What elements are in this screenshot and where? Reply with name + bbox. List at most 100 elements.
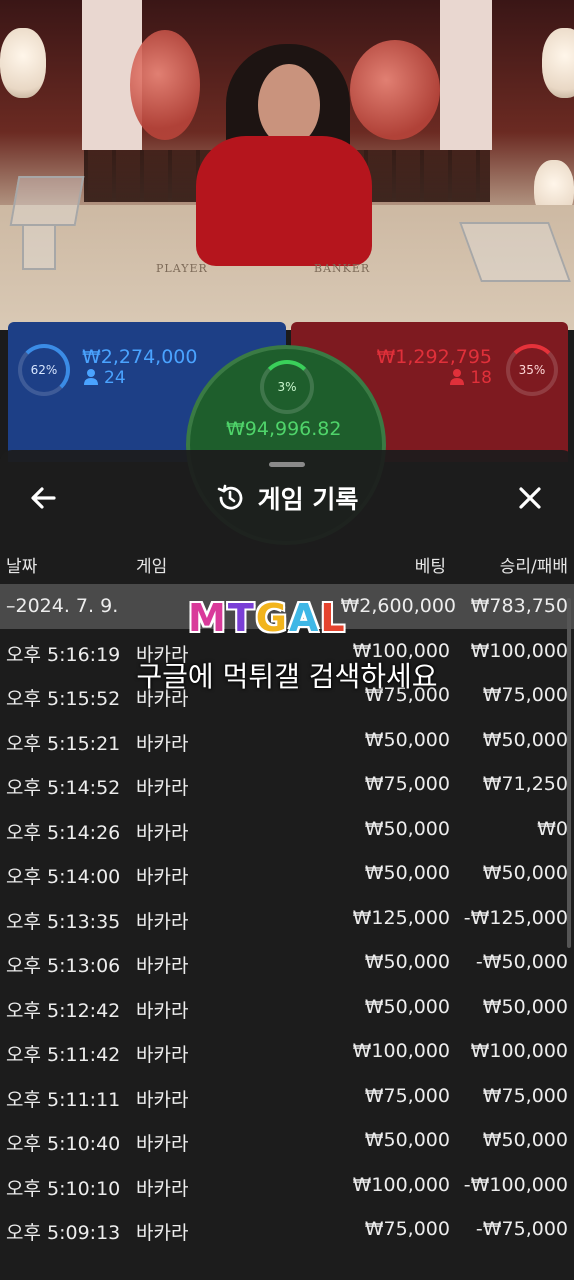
bottom-fade [0, 1240, 574, 1280]
history-row[interactable]: 오후 5:14:26 바카라 ₩50,000 ₩0 [0, 807, 574, 852]
row-win-loss: ₩100,000 [470, 1040, 568, 1062]
player-bet-amount: ₩2,274,000 [82, 346, 198, 368]
row-bet: ₩125,000 [352, 906, 450, 929]
row-game: 바카라 [136, 866, 189, 888]
history-row[interactable]: 오후 5:12:42 바카라 ₩50,000 ₩50,000 [0, 985, 574, 1030]
row-game: 바카라 [136, 999, 189, 1022]
history-row[interactable]: 오후 5:11:42 바카라 ₩100,000 ₩100,000 [0, 1029, 574, 1074]
drag-handle[interactable] [269, 462, 305, 467]
row-time: 오후 5:14:26 [6, 821, 121, 844]
row-time: 오후 5:14:52 [6, 777, 121, 799]
card-shoe [9, 176, 85, 226]
row-time: 오후 5:11:11 [6, 1088, 121, 1111]
player-bettor-count: 24 [104, 368, 126, 388]
row-bet: ₩75,000 [364, 1084, 450, 1107]
row-win-loss: ₩50,000 [482, 995, 568, 1018]
history-row[interactable]: 오후 5:10:10 바카라 ₩100,000 -₩100,000 [0, 1163, 574, 1208]
blossom-decoration [350, 40, 440, 140]
row-bet: ₩50,000 [364, 728, 450, 751]
row-game: 바카라 [136, 955, 189, 977]
date-group-date-value: 2024. 7. 9. [15, 595, 119, 617]
banker-bettors: 18 [450, 368, 492, 388]
row-game: 바카라 [136, 910, 189, 933]
row-bet: ₩50,000 [364, 1129, 450, 1151]
row-bet: ₩50,000 [364, 995, 450, 1018]
row-game: 바카라 [136, 732, 189, 755]
row-win-loss: ₩0 [537, 817, 568, 840]
live-video: PLAYER BANKER [0, 0, 574, 330]
row-win-loss: ₩50,000 [482, 862, 568, 884]
history-row[interactable]: 오후 5:10:40 바카라 ₩50,000 ₩50,000 [0, 1118, 574, 1163]
row-time: 오후 5:10:10 [6, 1177, 121, 1200]
sheet-header: 게임 기록 [0, 472, 574, 524]
date-group-win-total: ₩783,750 [470, 595, 568, 617]
tie-percent-ring: 3% [260, 360, 314, 414]
column-header-game: 게임 [136, 557, 168, 577]
lantern-decoration [542, 28, 574, 98]
row-time: 오후 5:13:06 [6, 955, 121, 977]
banker-bettor-count: 18 [470, 368, 492, 388]
row-game: 바카라 [136, 777, 189, 799]
history-row[interactable]: 오후 5:13:06 바카라 ₩50,000 -₩50,000 [0, 940, 574, 985]
watermark-logo-letter: M [188, 596, 228, 640]
history-row[interactable]: 오후 5:14:00 바카라 ₩50,000 ₩50,000 [0, 851, 574, 896]
row-game: 바카라 [136, 1133, 189, 1155]
watermark-logo-letter: T [227, 596, 256, 640]
watermark-text: 구글에 먹튀갤 검색하세요 [136, 660, 438, 693]
date-group-date: –2024. 7. 9. [6, 595, 119, 617]
history-row[interactable]: 오후 5:15:21 바카라 ₩50,000 ₩50,000 [0, 718, 574, 763]
close-button[interactable] [512, 480, 548, 516]
row-win-loss: -₩100,000 [463, 1173, 568, 1196]
history-row[interactable]: 오후 5:11:11 바카라 ₩75,000 ₩75,000 [0, 1074, 574, 1119]
row-game: 바카라 [136, 821, 189, 844]
column-header-date: 날짜 [6, 557, 38, 577]
row-win-loss: -₩125,000 [463, 906, 568, 929]
dealer [196, 136, 372, 266]
row-game: 바카라 [136, 1177, 189, 1200]
card-discard [22, 224, 56, 270]
watermark-logo-letter: A [288, 596, 321, 640]
row-win-loss: ₩50,000 [482, 728, 568, 751]
row-bet: ₩100,000 [352, 1173, 450, 1196]
banker-bet-amount: ₩1,292,795 [376, 346, 492, 368]
row-win-loss: ₩75,000 [482, 1084, 568, 1107]
row-game: 바카라 [136, 1088, 189, 1111]
person-icon [450, 369, 465, 385]
row-time: 오후 5:13:35 [6, 910, 121, 933]
history-icon [217, 484, 243, 510]
row-bet: ₩50,000 [364, 817, 450, 840]
row-game: 바카라 [136, 1044, 189, 1066]
history-row[interactable]: 오후 5:14:52 바카라 ₩75,000 ₩71,250 [0, 762, 574, 807]
table-label-player: PLAYER [156, 262, 208, 275]
row-time: 오후 5:10:40 [6, 1133, 121, 1155]
history-row[interactable]: 오후 5:13:35 바카라 ₩125,000 -₩125,000 [0, 896, 574, 941]
scrollbar[interactable] [567, 598, 571, 948]
player-percent-ring: 62% [18, 344, 70, 396]
person-icon [84, 369, 98, 385]
row-time: 오후 5:15:21 [6, 732, 121, 755]
row-bet: ₩75,000 [364, 1218, 450, 1240]
row-win-loss: -₩50,000 [475, 951, 568, 973]
tie-bet-amount: ₩94,996.82 [226, 418, 342, 440]
sheet-title: 게임 기록 [257, 485, 359, 514]
dealer-face [258, 64, 320, 146]
row-bet: ₩100,000 [352, 1040, 450, 1062]
watermark-logo: MTGAL [188, 596, 347, 640]
blossom-decoration [130, 30, 200, 140]
column-header-bet: 베팅 [414, 557, 446, 577]
row-bet: ₩75,000 [364, 773, 450, 795]
watermark-logo-letter: L [320, 596, 347, 640]
row-win-loss: -₩75,000 [475, 1218, 568, 1240]
column-header-win-loss: 승리/패배 [499, 557, 568, 577]
banker-percent-ring: 35% [506, 344, 558, 396]
lantern-decoration [0, 28, 46, 98]
row-bet: ₩50,000 [364, 862, 450, 884]
row-time: 오후 5:12:42 [6, 999, 121, 1022]
close-icon [519, 487, 541, 509]
row-win-loss: ₩50,000 [482, 1129, 568, 1151]
app-root: PLAYER BANKER 62% ₩2,274,000 24 35% ₩1,2… [0, 0, 574, 1280]
row-bet: ₩50,000 [364, 951, 450, 973]
player-bettors: 24 [84, 368, 126, 388]
date-group-bet-total: ₩2,600,000 [340, 595, 456, 617]
row-time: 오후 5:11:42 [6, 1044, 121, 1066]
